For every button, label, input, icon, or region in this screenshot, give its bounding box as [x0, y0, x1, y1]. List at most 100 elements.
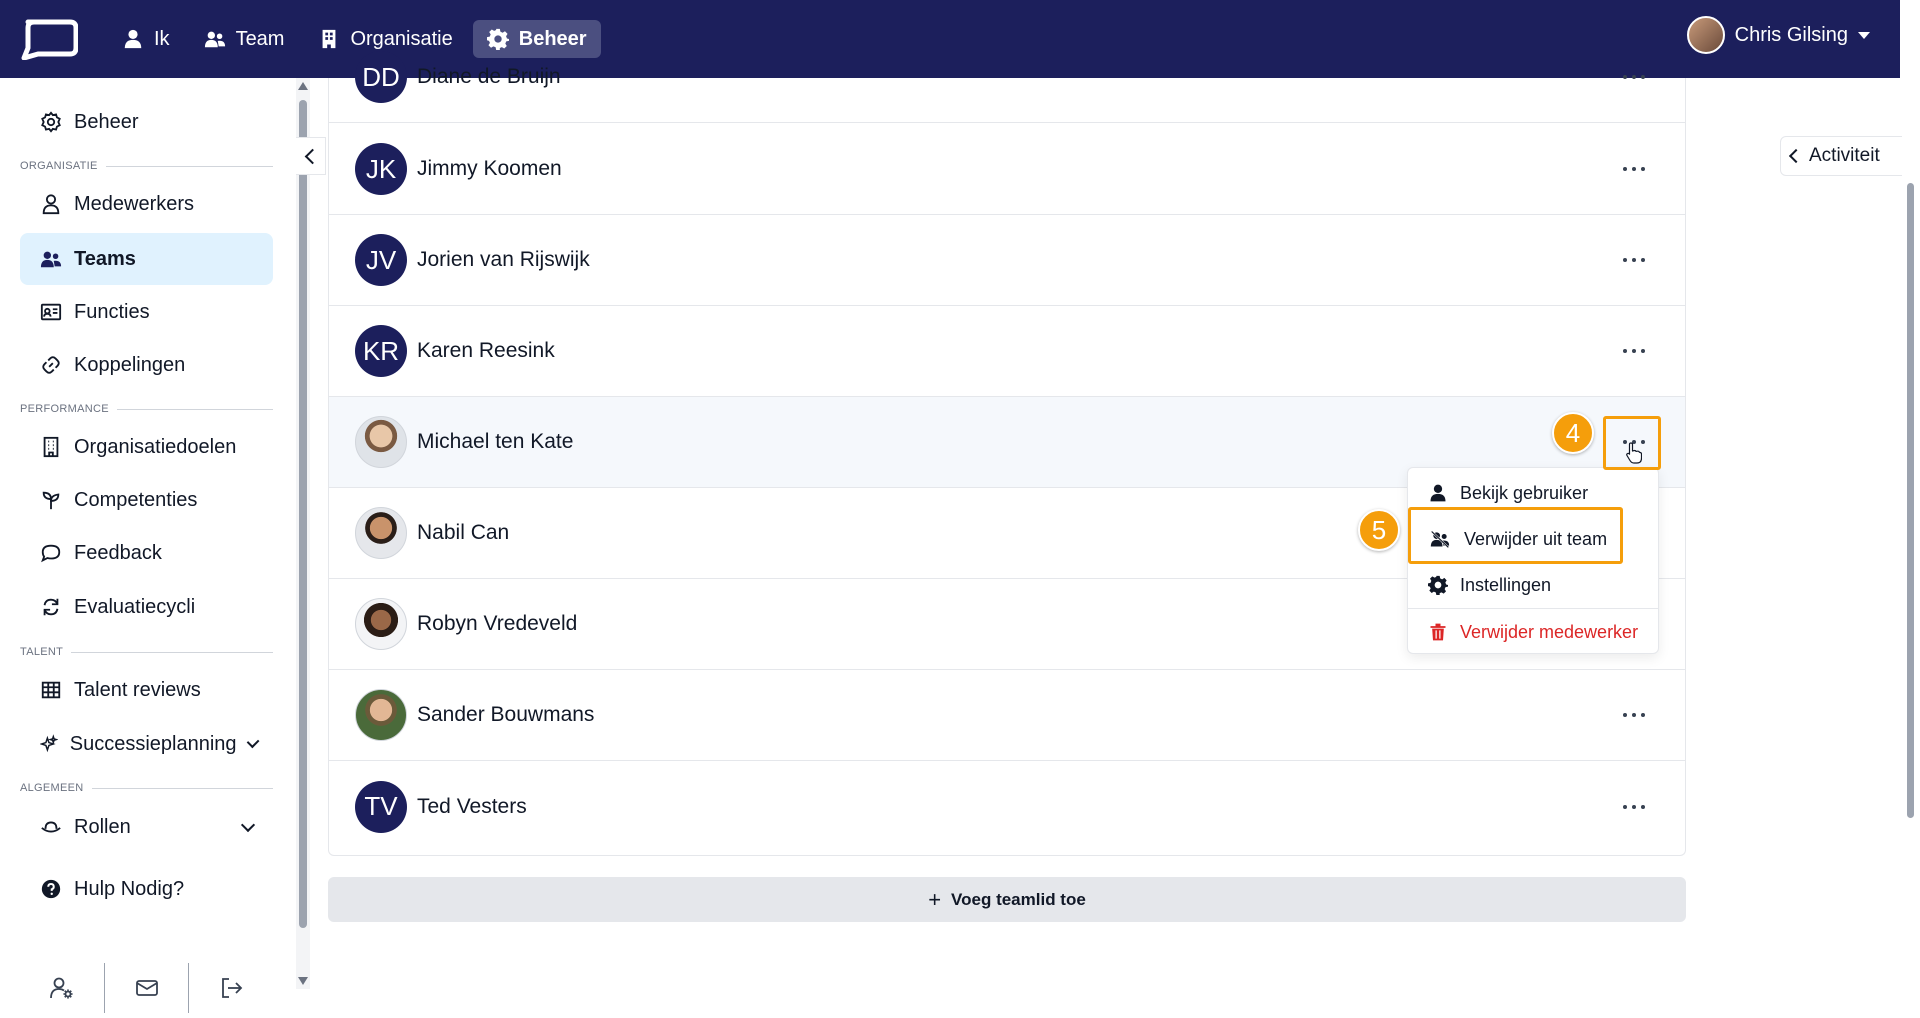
avatar	[355, 689, 407, 741]
sidebar-item-functies[interactable]: Functies	[20, 286, 273, 338]
user-name: Chris Gilsing	[1734, 23, 1848, 46]
sidebar-item-feedback[interactable]: Feedback	[20, 527, 273, 579]
sidebar-item-hulp[interactable]: Hulp Nodig?	[20, 863, 273, 915]
collapse-sidebar-button[interactable]	[296, 137, 326, 175]
sidebar-item-talent-reviews[interactable]: Talent reviews	[20, 664, 273, 716]
sidebar-item-rollen[interactable]: Rollen	[20, 801, 273, 853]
chat-bubble-icon	[41, 544, 61, 563]
sidebar-item-beheer[interactable]: Beheer	[20, 96, 273, 148]
activity-label: Activiteit	[1809, 145, 1880, 166]
sidebar-item-successieplanning[interactable]: Successieplanning	[20, 718, 273, 770]
sidebar-item-label: Competenties	[74, 488, 198, 511]
member-name: Robyn Vredeveld	[417, 612, 578, 635]
seedling-icon	[42, 491, 60, 510]
table-grid-icon	[41, 681, 61, 699]
table-row[interactable]: JV Jorien van Rijswijk	[329, 215, 1685, 306]
sidebar-item-label: Feedback	[74, 541, 162, 564]
member-name: Ted Vesters	[417, 794, 527, 818]
id-card-icon	[40, 303, 62, 321]
member-name: Diane de Bruijn	[417, 65, 561, 88]
more-options-icon[interactable]	[1623, 803, 1645, 811]
plus-icon: +	[928, 886, 942, 912]
avatar: JK	[355, 143, 407, 195]
logout-button[interactable]	[188, 963, 273, 1013]
user-menu[interactable]: Chris Gilsing	[1686, 16, 1870, 54]
building-icon	[43, 436, 59, 458]
users-icon	[40, 251, 62, 268]
scroll-down-arrow-icon[interactable]	[298, 977, 308, 985]
more-options-icon[interactable]	[1623, 73, 1645, 81]
sidebar-item-label: Beheer	[74, 110, 139, 133]
activity-panel-toggle[interactable]: Activiteit	[1780, 136, 1910, 176]
users-icon	[204, 31, 225, 48]
sidebar-scrollbar[interactable]	[296, 78, 310, 989]
nav-item-team[interactable]: Team	[190, 20, 299, 58]
member-name: Michael ten Kate	[417, 430, 574, 453]
sidebar-item-label: Functies	[74, 300, 150, 323]
gear-icon	[41, 111, 61, 133]
sidebar-item-label: Medewerkers	[74, 192, 195, 215]
user-cog-icon	[49, 977, 73, 999]
avatar: JV	[355, 234, 407, 286]
table-row[interactable]: TV Ted Vesters	[329, 761, 1685, 852]
nav-item-label: Team	[235, 27, 285, 50]
envelope-icon	[135, 980, 158, 996]
table-row[interactable]: DD Diane de Bruijn	[329, 32, 1685, 123]
pointer-cursor-icon	[1626, 442, 1642, 464]
table-row[interactable]: Sander Bouwmans	[329, 670, 1685, 761]
sidebar-bottom-tools	[20, 958, 273, 1018]
more-options-icon[interactable]	[1623, 165, 1645, 173]
sidebar: Beheer ORGANISATIE Medewerkers Teams Fun…	[0, 78, 296, 1013]
sidebar-item-label: Hulp Nodig?	[74, 877, 185, 900]
trash-icon	[1430, 623, 1446, 641]
sidebar-item-label: Successieplanning	[69, 732, 237, 755]
member-name: Karen Reesink	[417, 339, 555, 362]
avatar: KR	[355, 325, 407, 377]
table-row[interactable]: KR Karen Reesink	[329, 306, 1685, 397]
table-row[interactable]: JK Jimmy Koomen	[329, 124, 1685, 215]
main-scrollbar[interactable]	[1902, 78, 1920, 989]
sidebar-item-medewerkers[interactable]: Medewerkers	[20, 178, 273, 230]
sidebar-item-koppelingen[interactable]: Koppelingen	[20, 339, 273, 391]
add-team-member-label: Voeg teamlid toe	[951, 889, 1086, 909]
sidebar-item-label: Koppelingen	[74, 353, 186, 376]
menu-item-settings[interactable]: Instellingen	[1408, 562, 1658, 608]
avatar: TV	[355, 780, 407, 833]
user-settings-button[interactable]	[20, 963, 104, 1013]
sidebar-item-organisatiedoelen[interactable]: Organisatiedoelen	[20, 421, 273, 473]
section-label-organisatie: ORGANISATIE	[20, 160, 273, 172]
caret-down-icon	[1858, 31, 1870, 39]
refresh-icon	[43, 598, 59, 616]
more-options-icon[interactable]	[1623, 711, 1645, 719]
section-label-algemeen: ALGEMEEN	[20, 782, 273, 794]
sidebar-scrollbar-thumb[interactable]	[299, 100, 307, 928]
step-5-highlight	[1408, 507, 1623, 564]
chevron-down-icon	[246, 735, 260, 749]
help-circle-icon	[41, 879, 61, 899]
member-name: Sander Bouwmans	[417, 703, 595, 726]
sidebar-item-label: Talent reviews	[74, 678, 201, 701]
avatar	[1686, 16, 1725, 54]
nav-item-ik[interactable]: Ik	[108, 20, 184, 58]
avatar	[355, 416, 407, 468]
sidebar-item-evaluatiecycli[interactable]: Evaluatiecycli	[20, 581, 273, 633]
section-label-talent: TALENT	[20, 646, 273, 658]
main-scrollbar-thumb[interactable]	[1907, 183, 1914, 818]
sidebar-item-teams[interactable]: Teams	[20, 233, 273, 285]
logout-icon	[222, 978, 243, 998]
member-name: Jimmy Koomen	[417, 157, 562, 180]
app-logo-icon[interactable]	[18, 18, 78, 60]
sidebar-item-label: Rollen	[74, 815, 131, 838]
hat-icon	[41, 821, 61, 833]
link-icon	[42, 356, 60, 374]
more-options-icon[interactable]	[1623, 347, 1645, 355]
menu-item-delete-employee[interactable]: Verwijder medewerker	[1408, 609, 1658, 655]
menu-item-label: Bekijk gebruiker	[1460, 482, 1589, 503]
messages-button[interactable]	[103, 963, 189, 1013]
add-team-member-button[interactable]: + Voeg teamlid toe	[328, 877, 1686, 922]
sparkles-icon	[40, 734, 58, 753]
more-options-icon[interactable]	[1623, 256, 1645, 264]
member-name: Nabil Can	[417, 521, 510, 544]
sidebar-item-competenties[interactable]: Competenties	[20, 474, 273, 526]
scroll-up-arrow-icon[interactable]	[298, 82, 308, 90]
